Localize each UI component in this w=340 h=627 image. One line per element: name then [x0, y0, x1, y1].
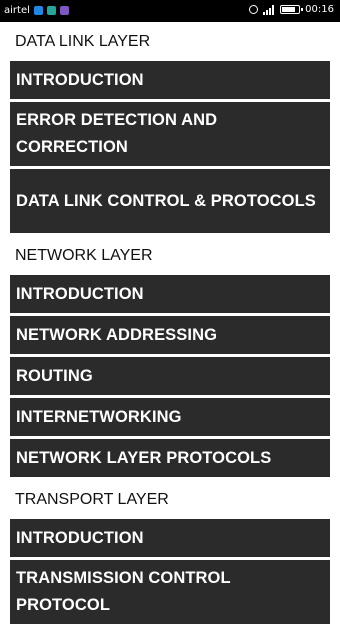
battery-icon [280, 5, 304, 14]
topic-item-label: INTERNETWORKING [16, 407, 182, 426]
topic-item[interactable]: DATA LINK CONTROL & PROTOCOLS [10, 169, 330, 233]
signal-icon [263, 4, 275, 15]
topic-list: DATA LINK LAYER INTRODUCTION ERROR DETECTI… [0, 22, 340, 627]
topic-item[interactable]: INTRODUCTION [10, 61, 330, 99]
topic-item-label: INTRODUCTION [16, 284, 144, 303]
section-header: NETWORK LAYER [15, 247, 153, 264]
topic-item-label: NETWORK ADDRESSING [16, 325, 218, 344]
topic-item[interactable]: TRANSMISSION CONTROL PROTOCOL [10, 560, 330, 624]
topic-item-label: ROUTING [16, 366, 93, 385]
topic-item-label: INTRODUCTION [16, 70, 144, 89]
topic-item[interactable]: NETWORK ADDRESSING [10, 316, 330, 354]
topic-item[interactable]: ERROR DETECTION AND CORRECTION [10, 102, 330, 166]
alarm-icon [249, 5, 259, 14]
topic-item[interactable]: INTRODUCTION [10, 275, 330, 313]
status-bar: airtel 00:16 [0, 0, 340, 22]
topic-item-label: TRANSMISSION CONTROL PROTOCOL [16, 569, 231, 614]
app-notification-icon [33, 6, 43, 15]
topic-item[interactable]: INTERNETWORKING [10, 398, 330, 436]
app-notification-icon [59, 6, 69, 15]
carrier-name: airtel [4, 5, 30, 16]
status-bar-left: airtel [4, 5, 69, 16]
app-notification-icon [46, 6, 56, 15]
topic-item-label: DATA LINK CONTROL & PROTOCOLS [16, 191, 316, 210]
section-header: DATA LINK LAYER [15, 33, 151, 50]
clock: 00:16 [305, 4, 334, 15]
topic-item-label: NETWORK LAYER PROTOCOLS [16, 448, 272, 467]
status-bar-right: 00:16 [249, 4, 334, 15]
section-header: TRANSPORT LAYER [15, 491, 169, 508]
topic-item-label: ERROR DETECTION AND CORRECTION [16, 111, 218, 156]
topic-item[interactable]: NETWORK LAYER PROTOCOLS [10, 439, 330, 477]
topic-item-label: INTRODUCTION [16, 528, 144, 547]
topic-item[interactable]: INTRODUCTION [10, 519, 330, 557]
topic-item[interactable]: ROUTING [10, 357, 330, 395]
